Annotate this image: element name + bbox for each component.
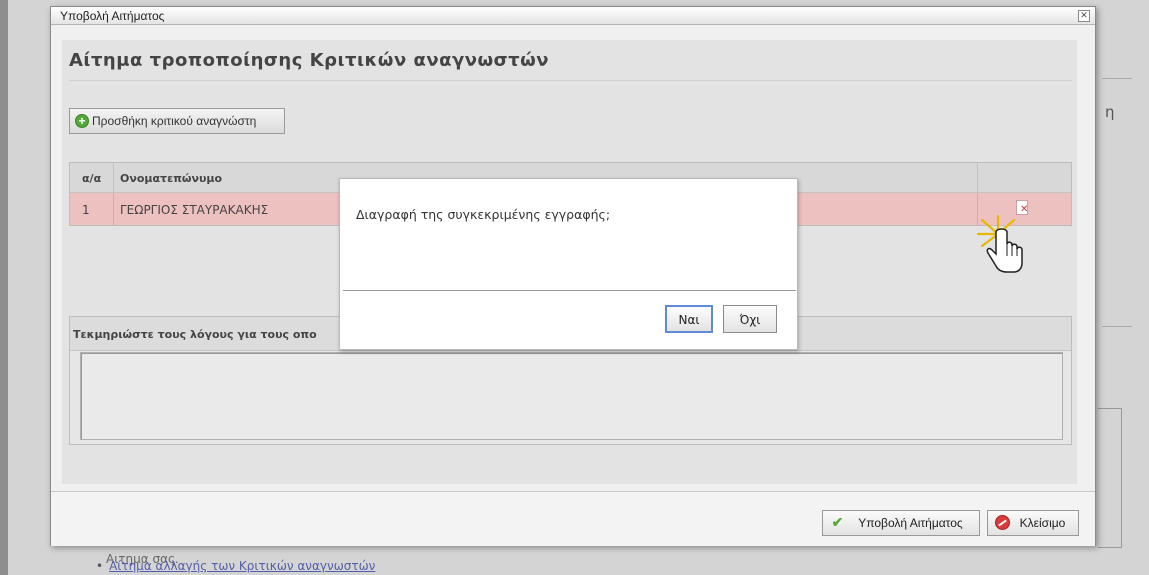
background-box bbox=[1098, 408, 1122, 548]
checkmark-icon: ✔ bbox=[831, 514, 844, 530]
dialog-title: Υποβολή Αιτήματος bbox=[60, 9, 165, 23]
close-button[interactable]: Κλείσιμο bbox=[987, 510, 1079, 536]
close-label: Κλείσιμο bbox=[1019, 516, 1066, 530]
submit-label: Υποβολή Αιτήματος bbox=[858, 516, 963, 530]
delete-confirm-dialog: Διαγραφή της συγκεκριμένης εγγραφής; Ναι… bbox=[339, 178, 798, 350]
background-request-link[interactable]: Αίτημα αλλαγής των Κριτικών αναγνωστών bbox=[109, 559, 375, 573]
add-reviewer-button[interactable]: + Προσθήκη κριτικού αναγνώστη bbox=[69, 108, 285, 134]
dialog-titlebar: Υποβολή Αιτήματος ✕ bbox=[51, 7, 1095, 25]
background-link-item: • Αίτημα αλλαγής των Κριτικών αναγνωστών bbox=[96, 559, 375, 573]
background-divider bbox=[1102, 78, 1132, 79]
background-side-text: η bbox=[1105, 103, 1115, 121]
justification-textarea[interactable] bbox=[80, 352, 1063, 440]
plus-circle-icon: + bbox=[75, 114, 89, 128]
submit-request-button[interactable]: ✔ Υποβολή Αιτήματος bbox=[822, 510, 980, 536]
delete-record-icon[interactable] bbox=[1016, 200, 1028, 215]
confirm-yes-button[interactable]: Ναι bbox=[665, 305, 713, 333]
dialog-footer: ✔ Υποβολή Αιτήματος Κλείσιμο bbox=[51, 491, 1095, 546]
confirm-divider bbox=[343, 290, 796, 291]
hand-pointer-icon bbox=[976, 214, 1023, 273]
add-reviewer-label: Προσθήκη κριτικού αναγνώστη bbox=[92, 114, 257, 128]
background-divider bbox=[1102, 326, 1132, 327]
bullet: • bbox=[96, 559, 104, 573]
confirm-message: Διαγραφή της συγκεκριμένης εγγραφής; bbox=[356, 207, 611, 222]
column-header-aa: α/α bbox=[70, 163, 114, 192]
close-icon[interactable]: ✕ bbox=[1078, 10, 1090, 22]
no-entry-icon bbox=[995, 515, 1010, 530]
page-title: Αίτημα τροποποίησης Κριτικών αναγνωστών bbox=[69, 50, 550, 71]
confirm-no-button[interactable]: Όχι bbox=[723, 305, 777, 333]
title-divider bbox=[69, 80, 1072, 81]
row-number: 1 bbox=[70, 193, 114, 225]
column-header-actions bbox=[978, 163, 1071, 192]
